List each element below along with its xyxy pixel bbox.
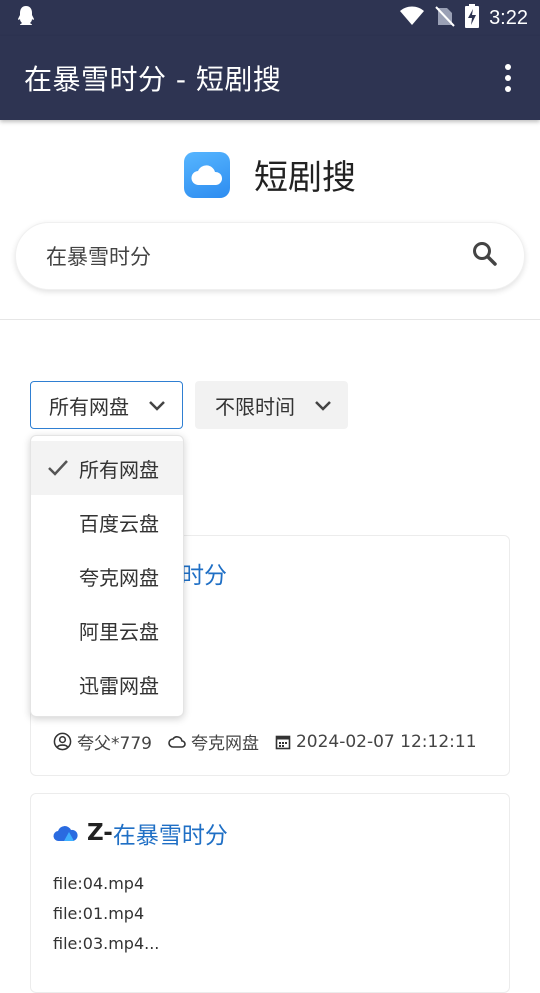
disk-filter-dropdown[interactable]: 所有网盘 xyxy=(30,381,183,429)
baidu-cloud-icon xyxy=(53,826,78,842)
chevron-down-icon xyxy=(314,393,332,417)
no-sim-icon xyxy=(435,5,455,31)
check-icon xyxy=(47,458,69,482)
search-icon[interactable] xyxy=(472,241,498,271)
calendar-icon xyxy=(275,735,291,749)
menu-item-label: 阿里云盘 xyxy=(79,619,159,644)
result-card[interactable]: Z- 在暴雪时分 file:04.mp4 file:01.mp4 file:03… xyxy=(30,793,510,993)
result-user: 夸父*779 xyxy=(53,729,152,754)
status-bar: 3:22 xyxy=(0,0,540,36)
search-bar[interactable]: 在暴雪时分 xyxy=(15,222,525,290)
cloud-icon xyxy=(168,735,186,748)
menu-item-aliyun[interactable]: 阿里云盘 xyxy=(31,603,183,657)
divider xyxy=(0,319,540,320)
wifi-icon xyxy=(399,6,425,30)
result-disk: 夸克网盘 xyxy=(168,729,259,754)
result-meta: 夸父*779 夸克网盘 2024-02-07 12:12:11 xyxy=(53,729,493,754)
more-options-icon[interactable] xyxy=(496,58,520,98)
menu-item-label: 迅雷网盘 xyxy=(79,673,159,698)
menu-item-label: 百度云盘 xyxy=(79,511,159,536)
menu-item-baidu[interactable]: 百度云盘 xyxy=(31,495,183,549)
result-title-prefix: Z- xyxy=(87,820,113,846)
user-icon xyxy=(53,732,72,751)
search-input[interactable]: 在暴雪时分 xyxy=(46,241,472,271)
menu-item-quark[interactable]: 夸克网盘 xyxy=(31,549,183,603)
clock: 3:22 xyxy=(489,6,528,29)
qq-notification-icon xyxy=(16,5,36,31)
time-filter-label: 不限时间 xyxy=(215,394,295,419)
menu-item-xunlei[interactable]: 迅雷网盘 xyxy=(31,657,183,711)
result-title-link[interactable]: 在暴雪时分 xyxy=(113,816,228,850)
disk-filter-label: 所有网盘 xyxy=(49,394,129,419)
brand-name: 短剧搜 xyxy=(254,158,356,198)
menu-item-label: 所有网盘 xyxy=(79,457,159,482)
result-title-link[interactable]: 时分 xyxy=(181,556,227,590)
battery-charging-icon xyxy=(465,4,480,32)
chevron-down-icon xyxy=(148,393,166,417)
app-bar-title: 在暴雪时分 - 短剧搜 xyxy=(24,63,282,96)
brand-header: 短剧搜 xyxy=(0,150,540,199)
file-item: file:04.mp4 xyxy=(53,874,145,893)
file-item: file:01.mp4 xyxy=(53,904,145,923)
time-filter-dropdown[interactable]: 不限时间 xyxy=(195,381,348,429)
disk-filter-menu: 所有网盘 百度云盘 夸克网盘 阿里云盘 迅雷网盘 xyxy=(30,435,184,717)
app-bar: 在暴雪时分 - 短剧搜 xyxy=(0,36,540,120)
result-title[interactable]: Z- 在暴雪时分 xyxy=(53,816,228,850)
file-item: file:03.mp4... xyxy=(53,934,160,953)
cloud-logo-icon xyxy=(184,151,230,198)
result-date: 2024-02-07 12:12:11 xyxy=(275,732,477,752)
menu-item-all-disks[interactable]: 所有网盘 xyxy=(31,441,183,495)
menu-item-label: 夸克网盘 xyxy=(79,565,159,590)
